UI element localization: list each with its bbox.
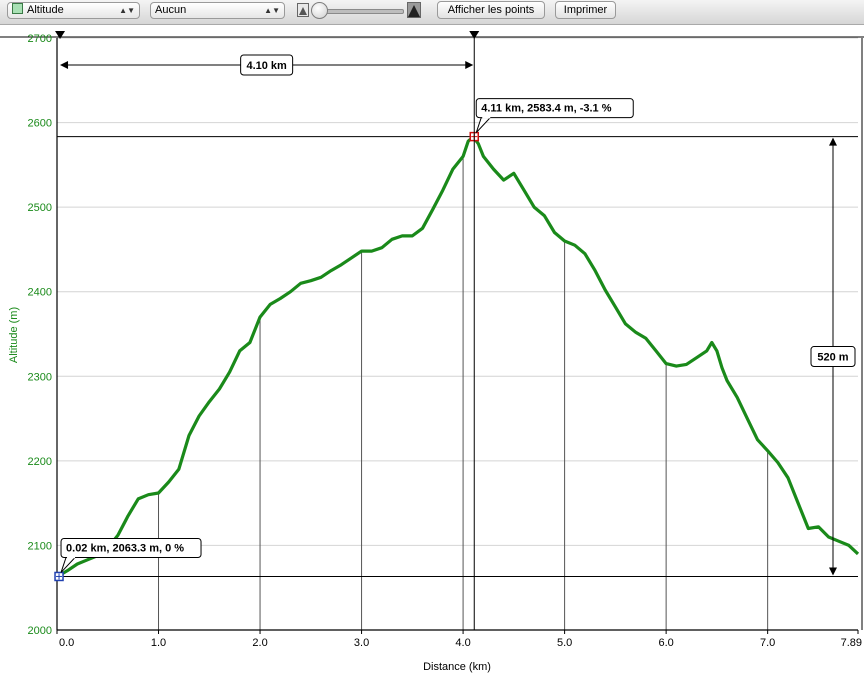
x-tick-label: 4.0 [455, 637, 470, 649]
updown-arrows-icon: ▲▼ [119, 6, 135, 15]
altitude-arrow-top [829, 137, 837, 146]
y-tick-label: 2700 [28, 33, 52, 45]
y-tick-label: 2400 [28, 287, 52, 299]
y-tick-label: 2000 [28, 625, 52, 637]
altitude-series-line [56, 135, 860, 579]
x-tick-label: 6.0 [658, 637, 673, 649]
callout-label: 4.11 km, 2583.4 m, -3.1 % [481, 103, 611, 115]
metric-select-label: Altitude [27, 4, 64, 16]
measure-overlays: 0.02 km, 2063.3 m, 0 % 4.11 km, 2583.4 m,… [54, 31, 858, 630]
x-tick-label: 7.0 [760, 637, 775, 649]
y-tick-label: 2100 [28, 540, 52, 552]
callout-pointer [475, 117, 492, 133]
toolbar: Altitude ▲▼ Aucun ▲▼ Afficher les points… [0, 0, 864, 25]
metric-select[interactable]: Altitude ▲▼ [7, 2, 140, 19]
y-tick-label: 2200 [28, 456, 52, 468]
x-tick-label: 3.0 [354, 637, 369, 649]
x-axis-label: Distance (km) [423, 661, 491, 673]
zoom-slider-knob[interactable] [311, 2, 328, 19]
x-tick-label: 1.0 [151, 637, 166, 649]
distance-measure-label: 4.10 km [246, 60, 287, 72]
x-tick-label: 2.0 [252, 637, 267, 649]
small-mountain-icon[interactable] [297, 3, 309, 17]
altitude-chart[interactable]: 2000 2100 2200 2300 2400 2500 2600 2700 0.0 1.0 2.… [0, 25, 864, 677]
altitude-measure-label: 520 m [817, 352, 848, 364]
x-tick-label: 5.0 [557, 637, 572, 649]
distance-arrow-right [465, 61, 474, 69]
y-tick-label: 2300 [28, 371, 52, 383]
zoom-slider-track[interactable] [318, 9, 404, 14]
x-tick-label: 0.0 [59, 637, 74, 649]
y-axis-label: Altitude (m) [8, 307, 20, 363]
overlay-select-label: Aucun [155, 4, 187, 16]
large-mountain-icon[interactable] [407, 2, 421, 18]
altitude-swatch-icon [12, 3, 23, 14]
updown-arrows-icon: ▲▼ [264, 6, 280, 15]
distance-arrow-left [60, 61, 69, 69]
y-tick-label: 2500 [28, 202, 52, 214]
x-tick-label: 7.89 [841, 637, 862, 649]
y-tick-label: 2600 [28, 118, 52, 130]
altitude-arrow-bottom [829, 567, 837, 576]
overlay-select[interactable]: Aucun ▲▼ [150, 2, 285, 19]
print-button[interactable]: Imprimer [555, 1, 616, 19]
series-layer [56, 135, 860, 579]
show-points-button[interactable]: Afficher les points [437, 1, 545, 19]
callout-label: 0.02 km, 2063.3 m, 0 % [66, 542, 184, 554]
